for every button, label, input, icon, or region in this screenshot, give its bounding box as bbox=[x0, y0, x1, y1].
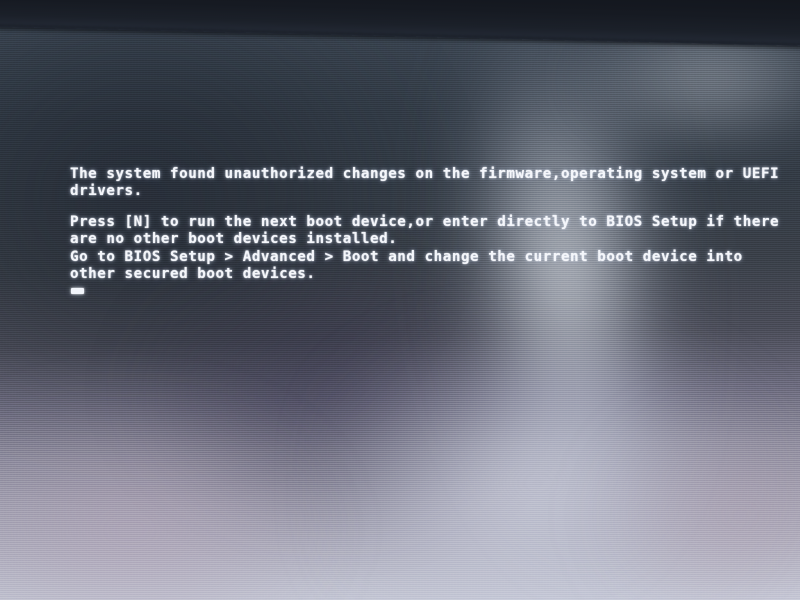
monitor-photo: The system found unauthorized changes on… bbox=[0, 0, 800, 600]
message-line-next-boot-2: are no other boot devices installed. bbox=[70, 231, 398, 247]
message-line-setup-path-1: Go to BIOS Setup > Advanced > Boot and c… bbox=[70, 249, 743, 265]
bios-message-block: The system found unauthorized changes on… bbox=[0, 0, 800, 600]
message-line-warning-2: drivers. bbox=[70, 183, 143, 199]
message-line-next-boot-1: Press [N] to run the next boot device,or… bbox=[70, 214, 780, 230]
text-cursor bbox=[71, 288, 84, 294]
message-line-setup-path-2: other secured boot devices. bbox=[70, 266, 316, 282]
message-line-warning-1: The system found unauthorized changes on… bbox=[70, 166, 780, 182]
